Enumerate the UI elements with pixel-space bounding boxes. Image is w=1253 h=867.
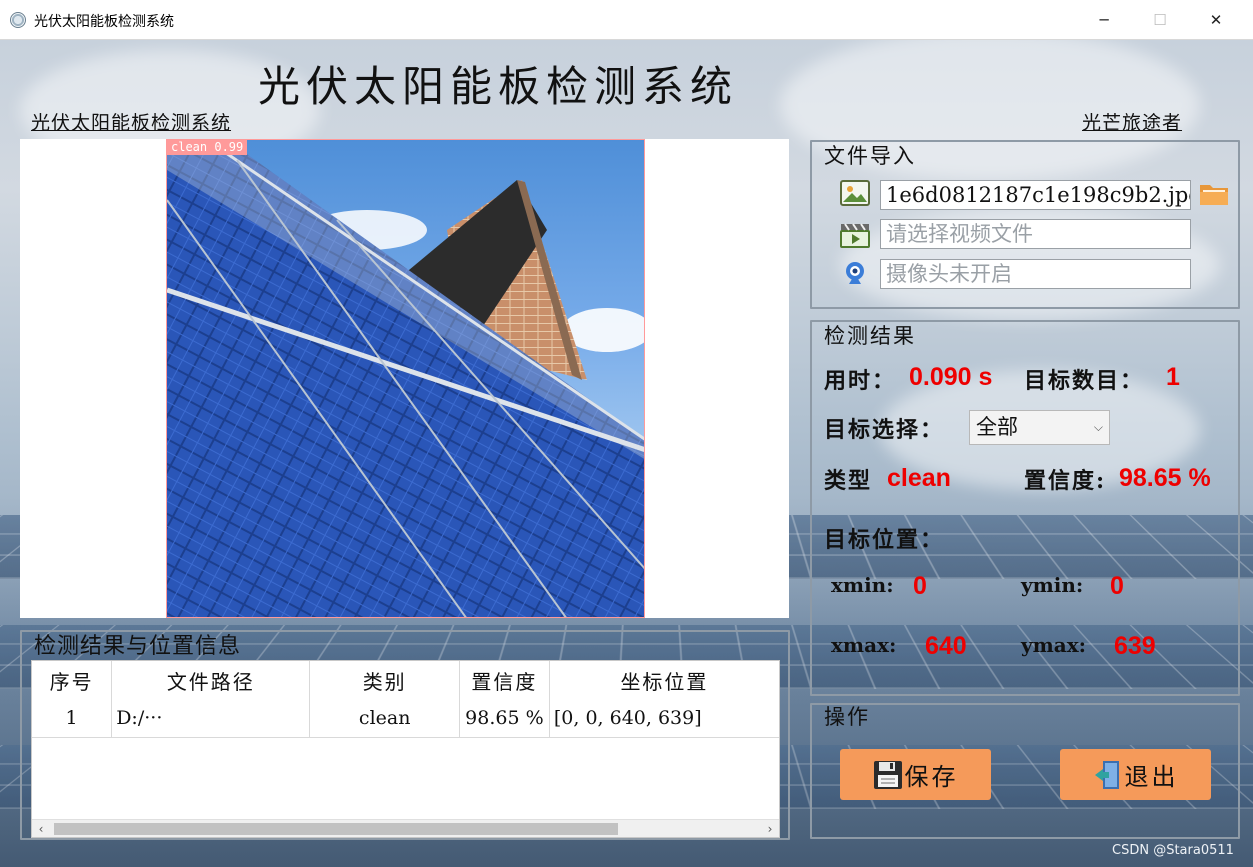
target-select-value: 全部	[976, 415, 1018, 439]
target-select-label: 目标选择：	[824, 417, 945, 443]
author-link[interactable]: 光芒旅途者	[1082, 108, 1182, 135]
video-file-field[interactable]: 请选择视频文件	[880, 219, 1191, 249]
table-header-row: 序号 文件路径 类别 置信度 坐标位置	[32, 661, 779, 699]
watermark: CSDN @Stara0511	[1112, 843, 1234, 858]
header-file-path[interactable]: 文件路径	[111, 661, 311, 699]
xmax-value: 640	[925, 632, 967, 660]
camera-status-field[interactable]: 摄像头未开启	[880, 259, 1191, 289]
image-path-field[interactable]: 1e6d0812187c1e198c9b2.jpg	[880, 180, 1191, 210]
exit-button-label: 退出	[1124, 763, 1179, 791]
target-select[interactable]: 全部 ⌵	[969, 410, 1110, 445]
app-icon	[10, 12, 26, 28]
time-value: 0.090 s	[909, 363, 993, 391]
cell-confidence: 98.65 %	[459, 699, 550, 738]
image-display: clean 0.99	[20, 139, 789, 618]
maximize-button[interactable]: ☐	[1134, 0, 1186, 40]
window-title: 光伏太阳能板检测系统	[34, 14, 174, 30]
table-title: 检测结果与位置信息	[34, 634, 242, 659]
solar-panel-image	[167, 140, 644, 617]
table-row[interactable]: 1 D:/··· clean 98.65 % [0, 0, 640, 639]	[32, 699, 779, 738]
header-coordinates[interactable]: 坐标位置	[549, 661, 779, 699]
system-link[interactable]: 光伏太阳能板检测系统	[31, 108, 231, 135]
type-value: clean	[887, 464, 951, 492]
detection-label: clean 0.99	[167, 140, 248, 155]
detected-image: clean 0.99	[166, 139, 645, 618]
window-titlebar: 光伏太阳能板检测系统 ─ ☐ ✕	[0, 0, 1253, 40]
scrollbar-thumb[interactable]	[54, 823, 618, 835]
detection-result-title: 检测结果	[824, 324, 916, 348]
file-import-title: 文件导入	[824, 144, 916, 168]
exit-button[interactable]: 退出	[1060, 749, 1211, 800]
count-label: 目标数目：	[1024, 368, 1145, 394]
cell-index: 1	[32, 699, 113, 738]
header-class[interactable]: 类别	[309, 661, 460, 699]
minimize-button[interactable]: ─	[1078, 0, 1130, 40]
xmin-label: xmin:	[831, 573, 894, 597]
results-table[interactable]: 序号 文件路径 类别 置信度 坐标位置 1 D:/··· clean 98.65…	[31, 660, 780, 838]
ymin-value: 0	[1110, 572, 1124, 600]
save-button[interactable]: 保存	[840, 749, 991, 800]
cell-file-path: D:/···	[111, 699, 311, 738]
cell-class: clean	[309, 699, 460, 738]
exit-icon	[1094, 760, 1119, 789]
scroll-right-icon[interactable]: ›	[761, 820, 779, 838]
xmin-value: 0	[913, 572, 927, 600]
video-icon[interactable]	[840, 222, 870, 248]
ymax-label: ymax:	[1021, 633, 1087, 657]
confidence-value: 98.65 %	[1119, 464, 1211, 492]
chevron-down-icon: ⌵	[1093, 420, 1103, 434]
ymin-label: ymin:	[1021, 573, 1084, 597]
camera-icon[interactable]	[840, 260, 870, 286]
header-index[interactable]: 序号	[32, 661, 113, 699]
position-label: 目标位置：	[824, 527, 945, 553]
count-value: 1	[1166, 363, 1180, 391]
header-confidence[interactable]: 置信度	[459, 661, 550, 699]
xmax-label: xmax:	[831, 633, 897, 657]
close-button[interactable]: ✕	[1190, 0, 1242, 40]
scroll-left-icon[interactable]: ‹	[32, 820, 50, 838]
save-button-label: 保存	[904, 763, 959, 791]
save-icon	[873, 760, 902, 789]
type-label: 类型	[824, 468, 873, 494]
confidence-label: 置信度:	[1024, 468, 1107, 494]
cell-coordinates: [0, 0, 640, 639]	[549, 699, 779, 738]
image-icon[interactable]	[840, 180, 870, 206]
operations-title: 操作	[824, 705, 870, 729]
time-label: 用时：	[824, 368, 897, 394]
horizontal-scrollbar[interactable]: ‹ ›	[32, 819, 779, 837]
folder-icon[interactable]	[1199, 180, 1229, 206]
page-title: 光伏太阳能板检测系统	[258, 62, 739, 111]
ymax-value: 639	[1114, 632, 1156, 660]
